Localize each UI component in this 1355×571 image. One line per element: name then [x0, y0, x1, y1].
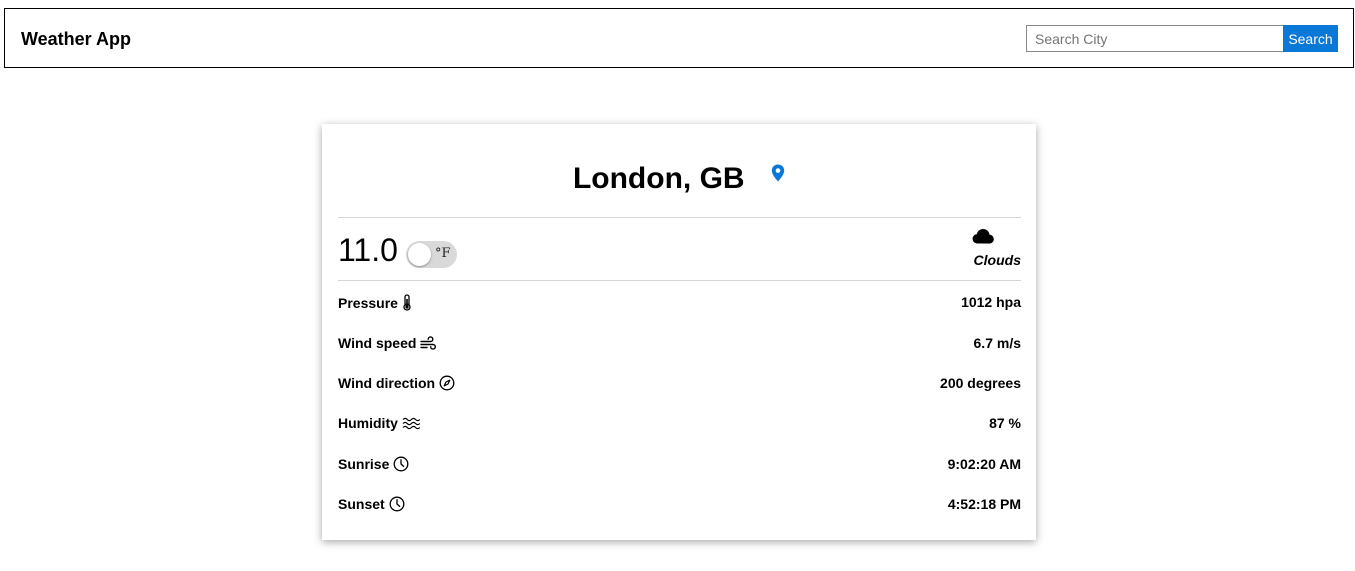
- city-header: London, GB: [322, 162, 1036, 202]
- detail-value-sunset: 4:52:18 PM: [947, 496, 1021, 512]
- toggle-knob: [408, 243, 431, 266]
- detail-label-text: Sunset: [338, 496, 385, 512]
- location-pin-icon[interactable]: [771, 164, 785, 187]
- detail-label-text: Humidity: [338, 415, 398, 431]
- divider-middle: [338, 280, 1021, 281]
- detail-label-humidity: Humidity: [338, 415, 421, 431]
- detail-label-text: Wind speed: [338, 335, 417, 351]
- thermometer-icon: [403, 294, 411, 311]
- detail-row-sunrise: Sunrise 9:02:20 AM: [338, 456, 1021, 476]
- search-button[interactable]: Search: [1283, 25, 1338, 52]
- detail-row-wind-direction: Wind direction 200 degrees: [338, 375, 1021, 395]
- detail-value-humidity: 87 %: [989, 415, 1021, 431]
- wind-icon: [420, 335, 437, 350]
- divider-top: [338, 217, 1021, 218]
- detail-label-pressure: Pressure: [338, 294, 412, 311]
- weather-condition: Clouds: [973, 252, 1021, 268]
- detail-row-humidity: Humidity 87 %: [338, 415, 1021, 435]
- detail-label-wind-speed: Wind speed: [338, 335, 437, 351]
- search-input[interactable]: [1026, 25, 1283, 52]
- unit-label: °F: [435, 246, 451, 261]
- cloud-icon: [972, 228, 994, 249]
- app-title: Weather App: [21, 29, 132, 49]
- compass-icon: [439, 375, 455, 391]
- detail-value-wind-direction: 200 degrees: [940, 375, 1021, 391]
- clock-icon: [393, 456, 409, 472]
- detail-label-text: Wind direction: [338, 375, 436, 391]
- temperature-value: 11.0: [338, 232, 398, 268]
- water-icon: [402, 417, 421, 429]
- detail-value-sunrise: 9:02:20 AM: [947, 456, 1021, 472]
- detail-value-pressure: 1012 hpa: [961, 294, 1021, 310]
- unit-toggle[interactable]: °F: [406, 241, 457, 268]
- search-form: Search: [1026, 25, 1338, 52]
- clock-icon: [389, 496, 405, 512]
- detail-row-pressure: Pressure 1012 hpa: [338, 294, 1021, 314]
- weather-card: London, GB 11.0 °F Clouds Pressure 1012 …: [322, 124, 1036, 540]
- detail-row-wind-speed: Wind speed 6.7 m/s: [338, 335, 1021, 355]
- detail-label-sunrise: Sunrise: [338, 456, 409, 472]
- detail-label-text: Pressure: [338, 294, 398, 311]
- detail-label-wind-direction: Wind direction: [338, 375, 455, 391]
- city-name: London, GB: [572, 162, 745, 195]
- detail-row-sunset: Sunset 4:52:18 PM: [338, 496, 1021, 516]
- navbar: Weather App Search: [4, 8, 1354, 68]
- detail-value-wind-speed: 6.7 m/s: [973, 335, 1021, 351]
- detail-label-text: Sunrise: [338, 456, 390, 472]
- detail-label-sunset: Sunset: [338, 496, 405, 512]
